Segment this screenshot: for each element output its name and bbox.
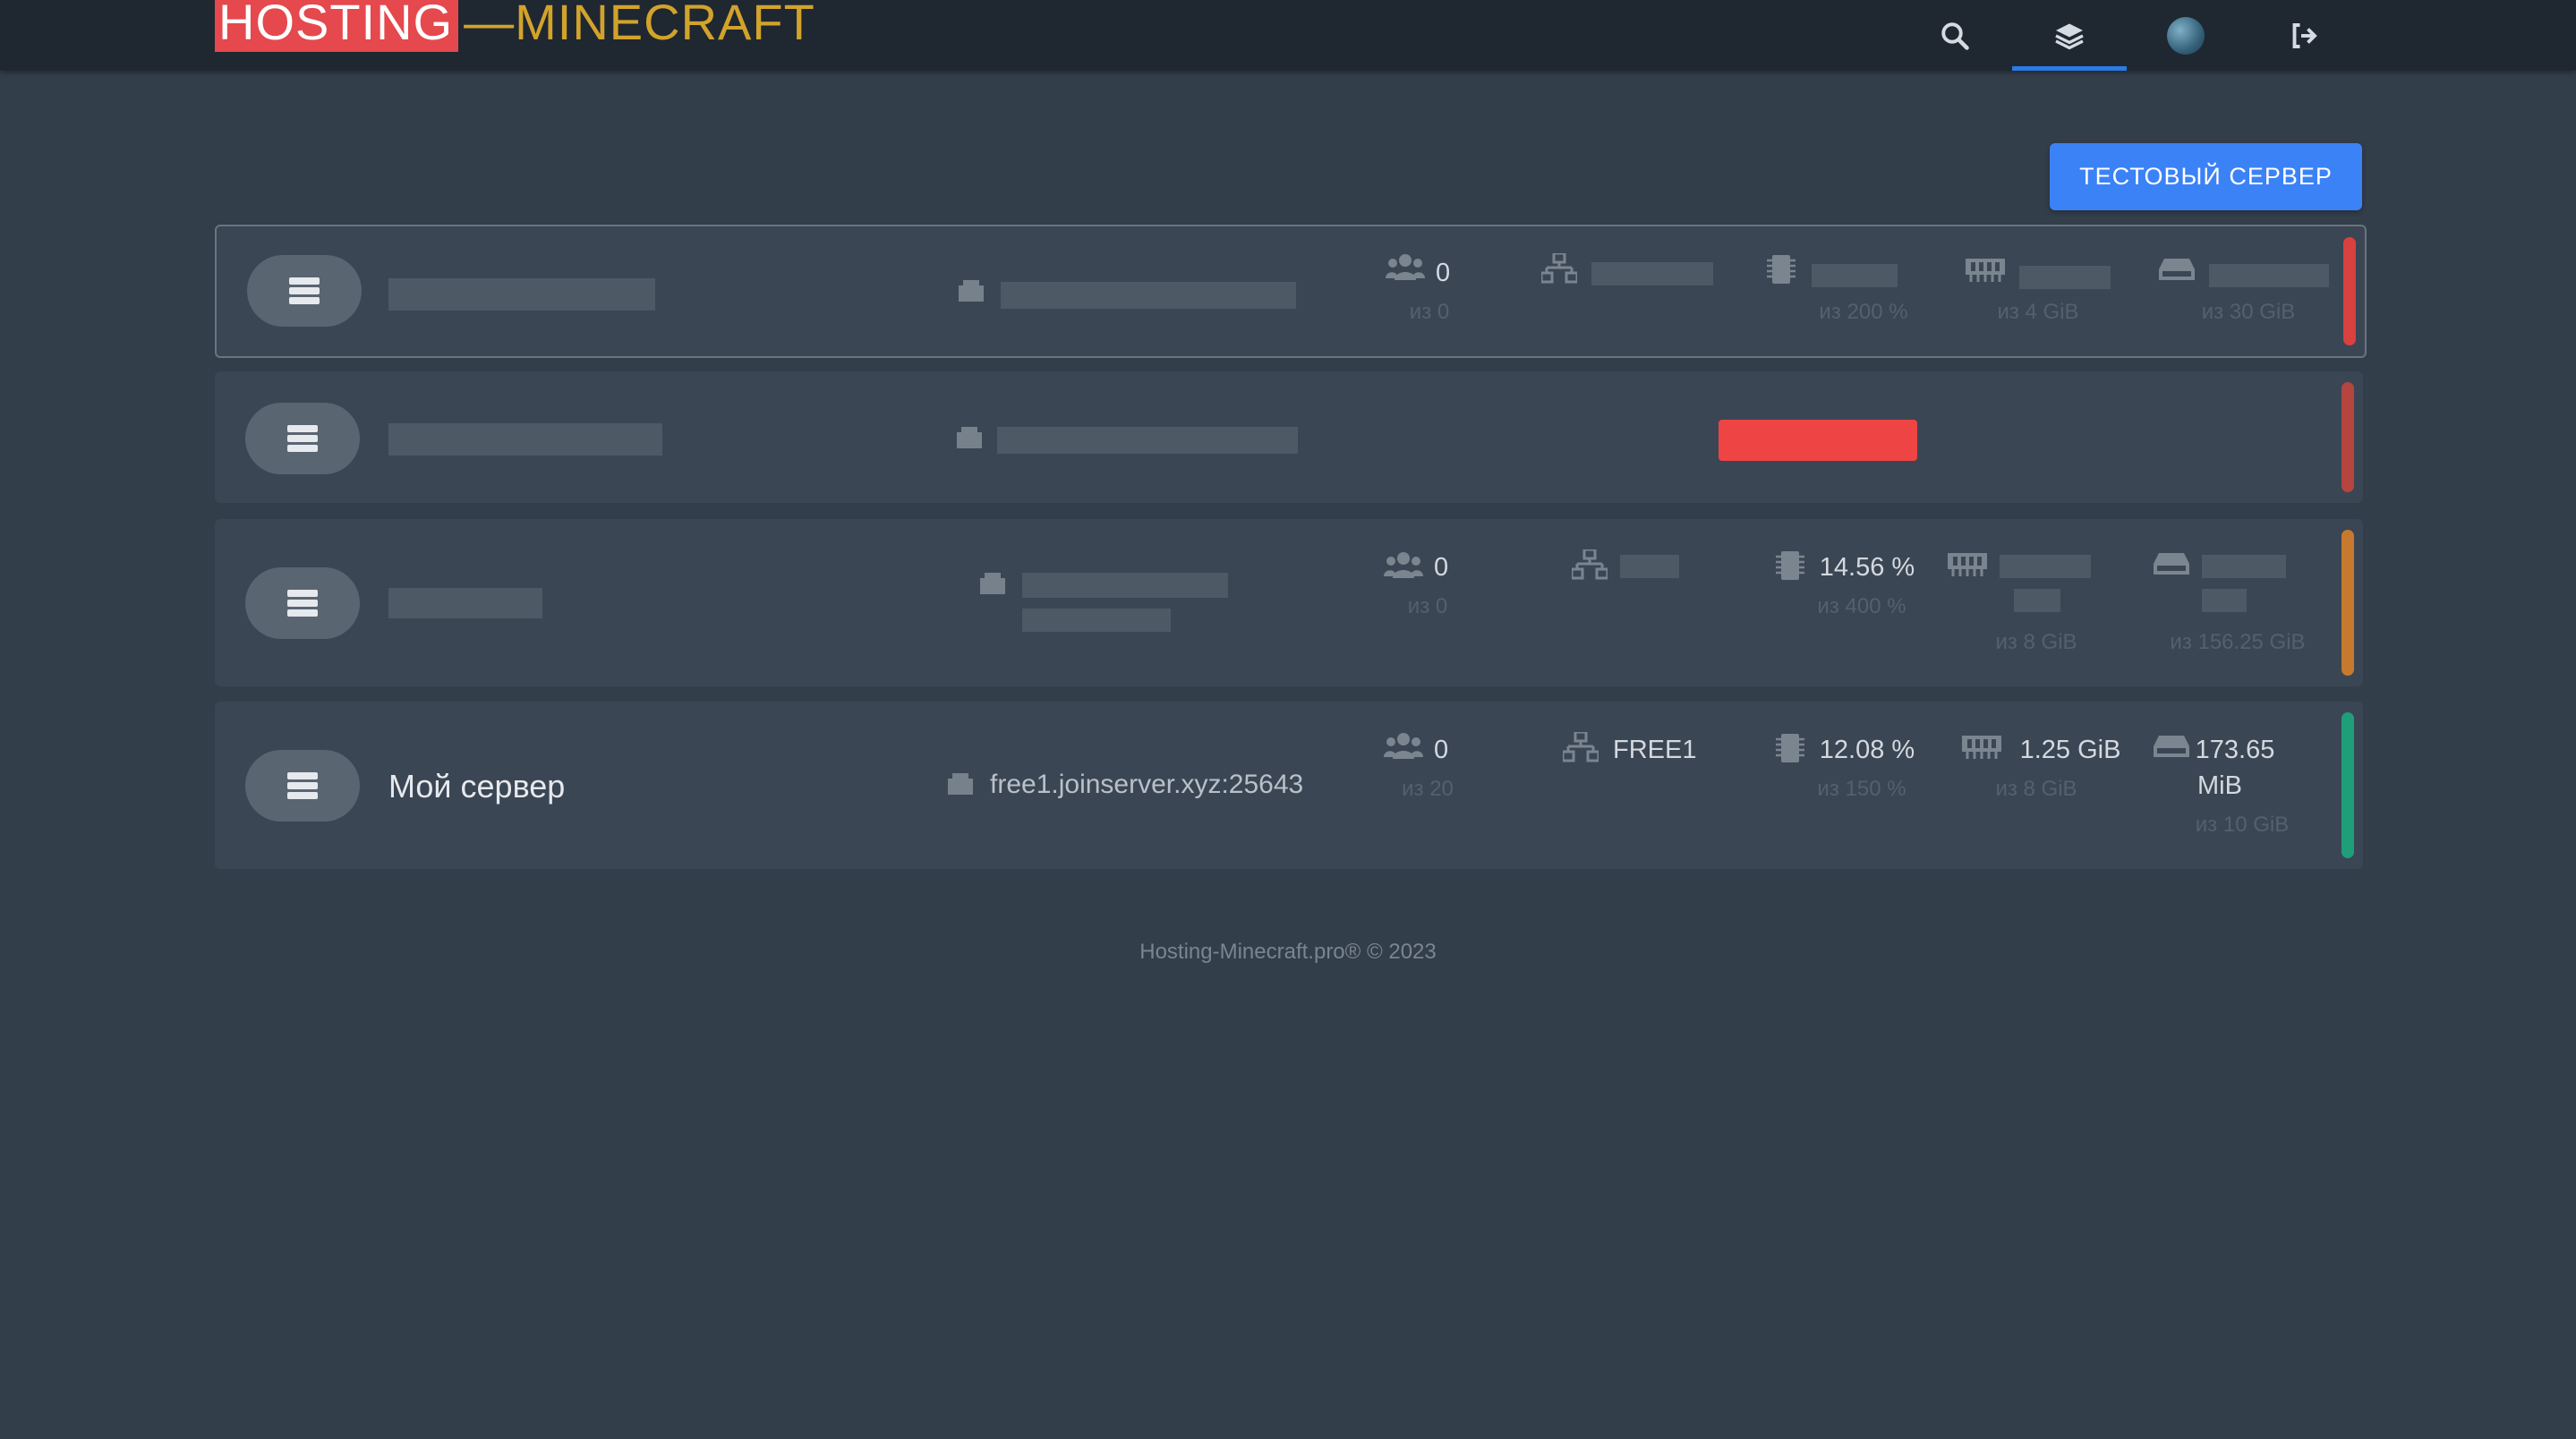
server-name-redacted — [388, 588, 542, 618]
server-address[interactable]: free1.joinserver.xyz:25643 — [990, 770, 1303, 800]
search-icon — [1941, 21, 1969, 50]
server-stack-icon — [245, 750, 360, 822]
cpu-icon — [1767, 255, 1796, 284]
ram-icon — [1962, 736, 2001, 759]
players-count: 0 — [1434, 553, 1449, 582]
cpu-usage: 14.56 % — [1819, 553, 1915, 582]
players-max: из 0 — [1409, 300, 1450, 324]
players-count: 0 — [1436, 259, 1451, 287]
brand-logo-part1: HOSTING — [215, 0, 459, 52]
ethernet-port-icon — [959, 280, 984, 302]
disk-icon — [2154, 736, 2189, 757]
server-card[interactable]: Мой сервер free1.joinserver.xyz:25643 0 … — [215, 702, 2363, 869]
ram-usage: 1.25 GiB — [2019, 736, 2121, 764]
cpu-icon — [1776, 734, 1804, 762]
disk-max: из 30 GiB — [2201, 300, 2296, 324]
server-name: Мой сервер — [388, 768, 566, 805]
disk-max: из 156.25 GiB — [2170, 630, 2306, 654]
cpu-max: из 400 % — [1817, 594, 1906, 618]
server-card[interactable]: 0 из 0 14.56 % из 400 % из 8 GiB из 156.… — [215, 519, 2363, 686]
ram-icon — [1966, 259, 2005, 282]
brand-logo-part2: —MINECRAFT — [464, 0, 815, 50]
disk-icon — [2159, 259, 2195, 280]
disk-usage-unit: MiB — [2197, 771, 2242, 800]
top-navbar: HOSTING —MINECRAFT — [0, 0, 2576, 71]
status-indicator — [2341, 530, 2354, 676]
node-name: FREE1 — [1613, 736, 1697, 764]
server-card[interactable] — [215, 371, 2363, 503]
brand-logo[interactable]: HOSTING —MINECRAFT — [215, 0, 815, 52]
layers-icon — [2055, 23, 2084, 49]
server-stack-icon — [247, 255, 362, 327]
status-indicator — [2341, 712, 2354, 858]
ram-max: из 8 GiB — [1995, 777, 2077, 801]
disk-icon — [2154, 553, 2189, 575]
ram-redacted — [2019, 266, 2111, 289]
ethernet-port-icon — [980, 573, 1005, 594]
disk-max: из 10 GiB — [2195, 813, 2290, 837]
ram-max: из 8 GiB — [1995, 630, 2077, 654]
error-status-badge — [1719, 420, 1917, 461]
network-node-icon — [1541, 253, 1577, 284]
network-node-icon — [1563, 732, 1599, 762]
disk-redacted — [2209, 264, 2329, 287]
server-card[interactable]: 0 из 0 из 200 % из 4 GiB из 30 GiB — [215, 225, 2367, 358]
cpu-usage: 12.08 % — [1819, 736, 1915, 764]
test-server-button[interactable]: ТЕСТОВЫЙ СЕРВЕР — [2050, 143, 2362, 210]
globe-avatar-icon — [2167, 16, 2205, 55]
disk-redacted — [2202, 555, 2286, 578]
cpu-max: из 200 % — [1819, 300, 1908, 324]
players-icon — [1384, 552, 1423, 578]
ethernet-port-icon — [957, 427, 982, 448]
footer-copyright: Hosting-Minecraft.pro® © 2023 — [1139, 940, 1437, 964]
logout-icon — [2292, 22, 2317, 48]
status-indicator — [2341, 382, 2354, 492]
disk-usage: 173.65 — [2195, 736, 2275, 764]
players-icon — [1386, 254, 1425, 280]
cpu-redacted — [1812, 264, 1898, 287]
players-icon — [1384, 733, 1423, 759]
logout-button[interactable] — [2247, 0, 2361, 71]
server-address-redacted-line2 — [1022, 609, 1171, 632]
server-name-redacted — [388, 278, 655, 311]
node-redacted — [1591, 262, 1713, 285]
status-indicator — [2343, 237, 2356, 345]
players-count: 0 — [1434, 736, 1449, 764]
ethernet-port-icon — [948, 773, 973, 795]
ram-redacted — [2000, 555, 2091, 578]
cpu-icon — [1776, 551, 1804, 580]
players-max: из 20 — [1402, 777, 1454, 801]
cpu-max: из 150 % — [1817, 777, 1906, 801]
ram-icon — [1948, 553, 1987, 576]
profile-avatar-button[interactable] — [2128, 0, 2243, 71]
network-node-icon — [1572, 549, 1608, 580]
players-max: из 0 — [1407, 594, 1448, 618]
ram-redacted-line2 — [2014, 589, 2060, 612]
server-address-redacted — [1022, 573, 1228, 598]
node-redacted — [1620, 555, 1679, 578]
servers-nav-button[interactable] — [2012, 0, 2127, 71]
disk-redacted-line2 — [2202, 589, 2247, 612]
server-stack-icon — [245, 567, 360, 639]
server-stack-icon — [245, 403, 360, 474]
server-address-redacted — [1001, 282, 1296, 309]
server-name-redacted — [388, 423, 662, 456]
search-button[interactable] — [1898, 0, 2012, 71]
ram-max: из 4 GiB — [1997, 300, 2079, 324]
server-address-redacted — [997, 427, 1298, 454]
